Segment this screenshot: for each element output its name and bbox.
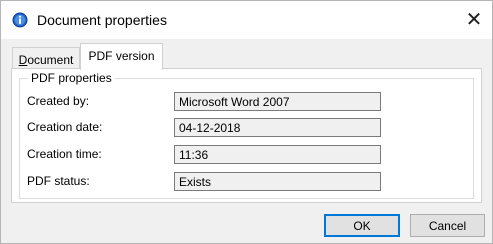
creation-date-field[interactable]: 04-12-2018 — [174, 118, 381, 137]
ok-button[interactable]: OK — [324, 214, 400, 237]
tab-document-label: ocument — [27, 53, 74, 67]
close-button[interactable]: ✕ — [464, 10, 484, 30]
group-legend: PDF properties — [28, 71, 115, 85]
cancel-button[interactable]: Cancel — [410, 214, 485, 237]
window-title: Document properties — [37, 12, 167, 28]
creation-date-label: Creation date: — [27, 120, 103, 134]
info-icon — [12, 12, 28, 28]
tab-strip: Document PDF version — [11, 41, 482, 70]
tab-document-mnemonic: D — [18, 53, 28, 67]
pdf-status-field[interactable]: Exists — [174, 172, 381, 191]
tab-document[interactable]: Document — [12, 47, 80, 69]
tab-pdf-version[interactable]: PDF version — [80, 43, 163, 70]
title-bar: Document properties ✕ — [1, 1, 492, 39]
created-by-label: Created by: — [27, 94, 90, 108]
creation-time-label: Creation time: — [27, 147, 102, 161]
created-by-field[interactable]: Microsoft Word 2007 — [174, 92, 381, 111]
creation-time-field[interactable]: 11:36 — [174, 145, 381, 164]
document-properties-dialog: Document properties ✕ Document PDF versi… — [0, 0, 493, 244]
pdf-status-label: PDF status: — [27, 174, 90, 188]
tab-panel-pdf-version: PDF properties Created by: Microsoft Wor… — [11, 68, 482, 203]
tab-pdf-version-label: PDF version — [88, 49, 155, 63]
pdf-properties-group: PDF properties Created by: Microsoft Wor… — [19, 71, 474, 199]
